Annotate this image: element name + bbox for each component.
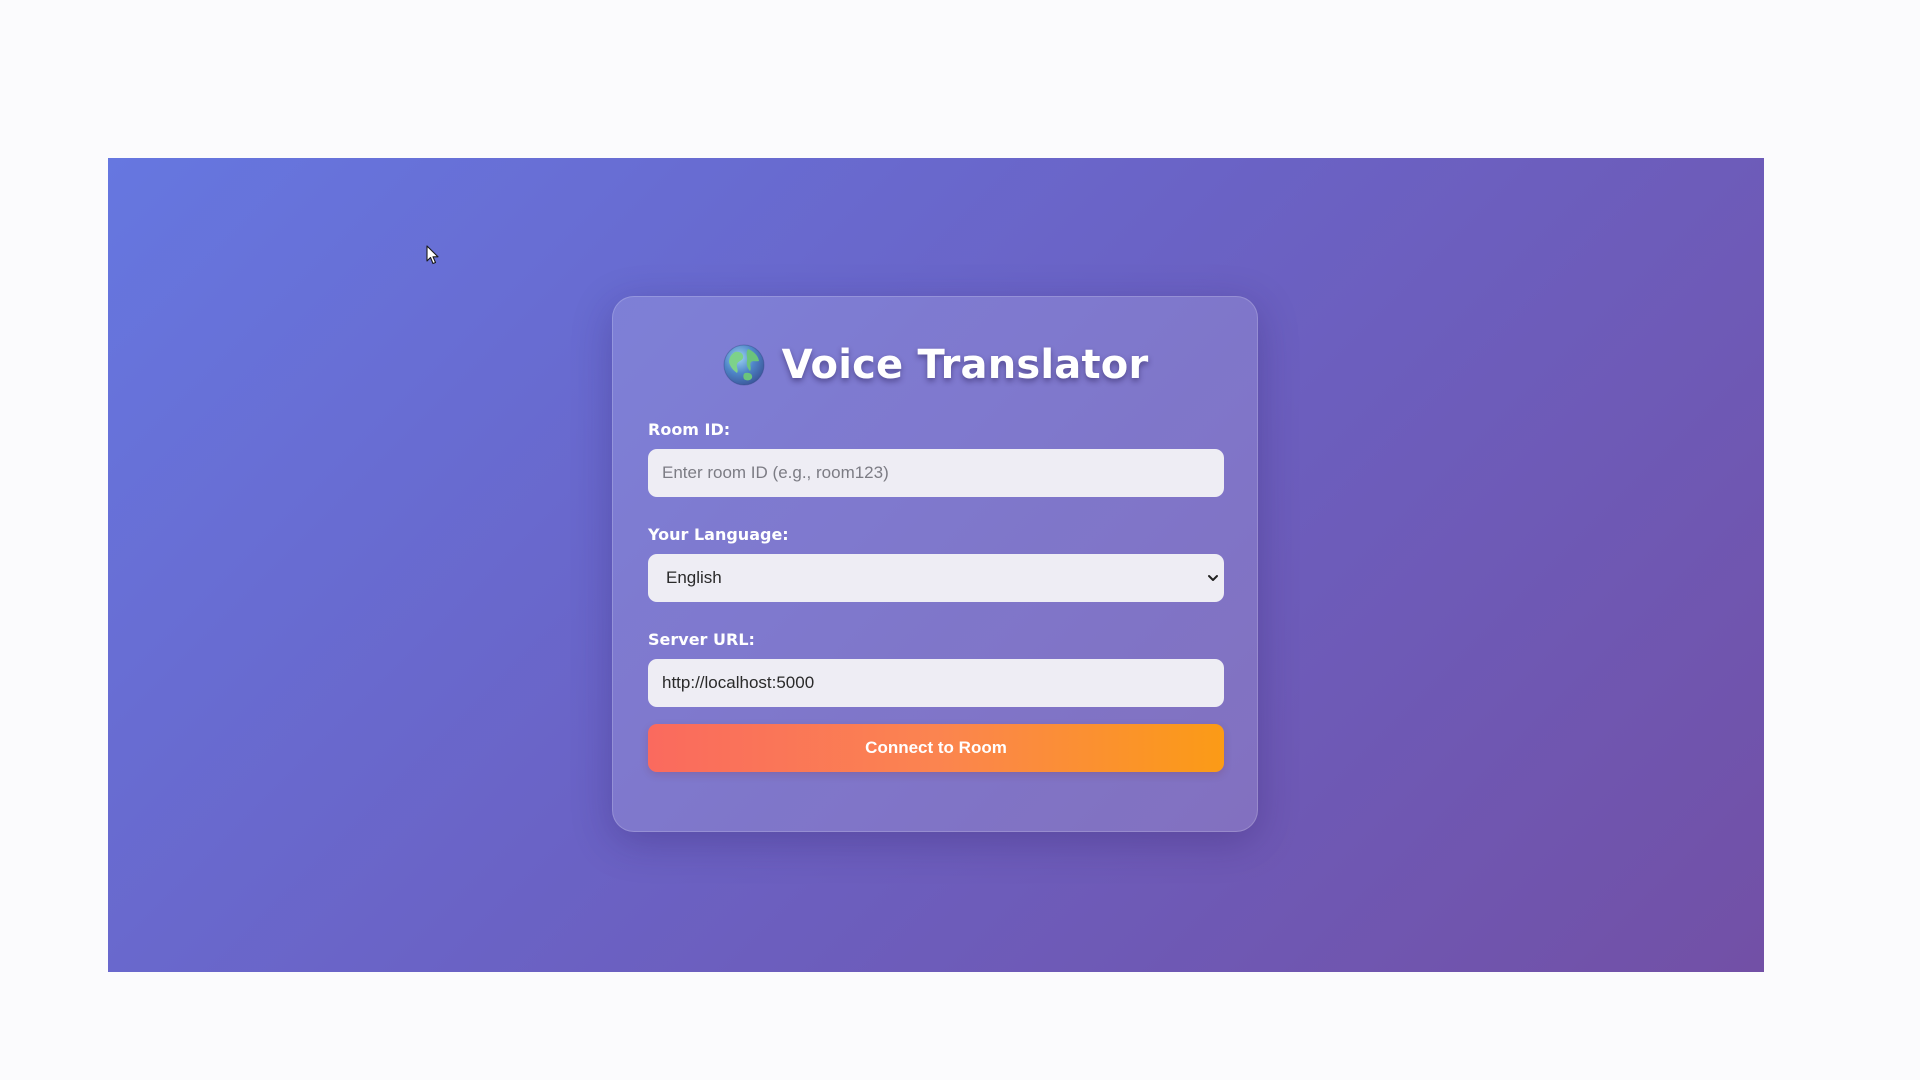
server-url-input[interactable] [648, 659, 1224, 707]
server-url-label: Server URL: [648, 630, 755, 649]
language-label: Your Language: [648, 525, 789, 544]
room-id-label: Room ID: [648, 420, 731, 439]
connect-card: Voice Translator Room ID: Your Language:… [612, 296, 1258, 832]
connect-button[interactable]: Connect to Room [648, 724, 1224, 772]
room-id-input[interactable] [648, 449, 1224, 497]
mouse-cursor-icon [426, 245, 439, 265]
language-selected-value: English [666, 568, 722, 587]
globe-icon [723, 344, 765, 386]
header: Voice Translator [648, 335, 1222, 395]
chevron-down-icon [1208, 575, 1218, 581]
language-select[interactable]: English [648, 554, 1224, 602]
page-title: Voice Translator [781, 342, 1149, 388]
app-viewport: Voice Translator Room ID: Your Language:… [108, 158, 1764, 972]
